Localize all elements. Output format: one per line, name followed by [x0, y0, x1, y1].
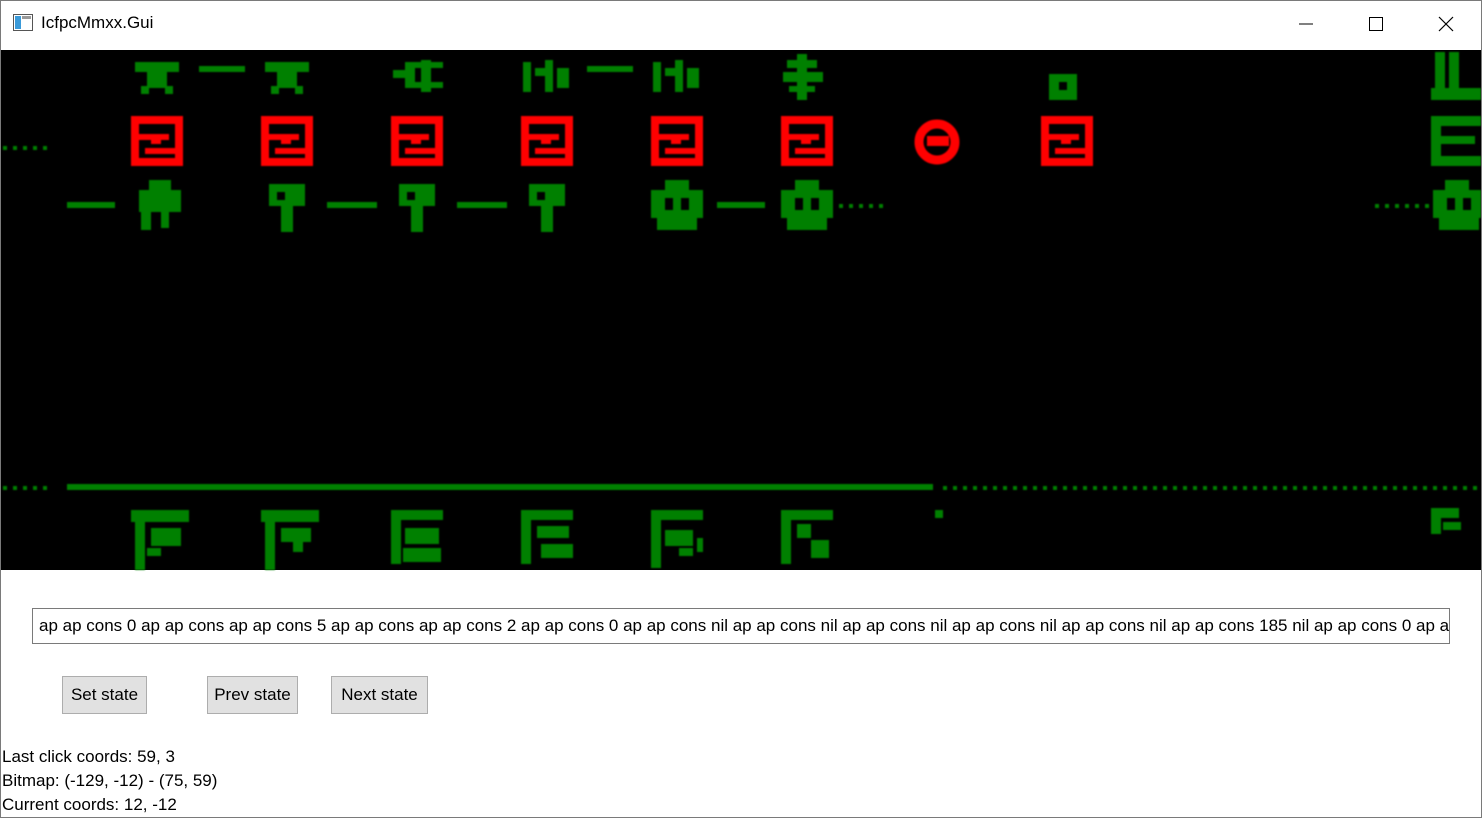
baseline-dot [1253, 486, 1257, 490]
app-window: IcfpcMmxx.Gui ap ap cons 0 ap ap cons ap… [0, 0, 1482, 818]
close-icon [1438, 16, 1454, 32]
baseline-dot [1223, 486, 1227, 490]
red-box-glyph [391, 116, 443, 166]
bitmap-bounds: Bitmap: (-129, -12) - (75, 59) [2, 771, 218, 790]
baseline-dot [943, 486, 947, 490]
window-title: IcfpcMmxx.Gui [41, 13, 154, 32]
baseline-dot [1233, 486, 1237, 490]
red-box-glyph [1041, 116, 1093, 166]
baseline-dot [1013, 486, 1017, 490]
baseline-dot [1113, 486, 1117, 490]
baseline-dot [1333, 486, 1337, 490]
green-box-glyph [1431, 116, 1481, 166]
baseline-dot [1003, 486, 1007, 490]
red-box-glyph [261, 116, 313, 166]
app-window-icon [13, 14, 33, 32]
baseline-dot [1393, 486, 1397, 490]
minimize-button[interactable] [1271, 1, 1341, 47]
baseline-dot [1353, 486, 1357, 490]
galaxy-bitmap [3, 52, 1481, 570]
baseline-dot [1243, 486, 1247, 490]
next-state-button[interactable]: Next state [331, 676, 428, 714]
baseline-dot [1123, 486, 1127, 490]
baseline-dot [1053, 486, 1057, 490]
dotted-baseline [943, 486, 1477, 490]
current-coords: Current coords: 12, -12 [2, 795, 177, 814]
baseline-dot [993, 486, 997, 490]
title-bar[interactable]: IcfpcMmxx.Gui [1, 1, 1481, 49]
prev-state-button[interactable]: Prev state [207, 676, 298, 714]
baseline-dot [1173, 486, 1177, 490]
red-box-glyph [131, 116, 183, 166]
baseline-dot [1263, 486, 1267, 490]
maximize-button[interactable] [1341, 1, 1411, 47]
baseline-dot [1373, 486, 1377, 490]
baseline-dot [1423, 486, 1427, 490]
red-box-glyph [651, 116, 703, 166]
baseline-dot [1213, 486, 1217, 490]
baseline-dot [1293, 486, 1297, 490]
state-input[interactable]: ap ap cons 0 ap ap cons ap ap cons 5 ap … [32, 608, 1450, 644]
minimize-icon [1299, 23, 1313, 25]
baseline-dot [983, 486, 987, 490]
baseline-dot [1473, 486, 1477, 490]
baseline-dot [963, 486, 967, 490]
baseline-dot [1163, 486, 1167, 490]
close-button[interactable] [1411, 1, 1481, 47]
baseline-dot [1023, 486, 1027, 490]
baseline-dot [1203, 486, 1207, 490]
red-circle-glyph [914, 119, 960, 165]
baseline-dot [1033, 486, 1037, 490]
baseline-dot [1183, 486, 1187, 490]
baseline-dot [1073, 486, 1077, 490]
baseline-dot [1093, 486, 1097, 490]
baseline-dot [1143, 486, 1147, 490]
baseline-dot [1443, 486, 1447, 490]
last-click-coords: Last click coords: 59, 3 [2, 747, 175, 766]
maximize-icon [1369, 17, 1383, 31]
baseline-dot [1413, 486, 1417, 490]
baseline-dot [1133, 486, 1137, 490]
baseline-dot [1303, 486, 1307, 490]
baseline-dot [1323, 486, 1327, 490]
baseline-dot [1383, 486, 1387, 490]
baseline-dot [1313, 486, 1317, 490]
baseline-dot [1063, 486, 1067, 490]
baseline-dot [1273, 486, 1277, 490]
baseline-dot [1043, 486, 1047, 490]
baseline-dot [1083, 486, 1087, 490]
baseline-dot [1153, 486, 1157, 490]
baseline-dot [1463, 486, 1467, 490]
baseline-dot [1403, 486, 1407, 490]
baseline-dot [953, 486, 957, 490]
galaxy-canvas[interactable] [1, 50, 1481, 570]
baseline-dot [1363, 486, 1367, 490]
set-state-button[interactable]: Set state [62, 676, 147, 714]
baseline-dot [973, 486, 977, 490]
baseline-dot [1193, 486, 1197, 490]
baseline-dot [1433, 486, 1437, 490]
baseline-dot [1283, 486, 1287, 490]
baseline-dot [1453, 486, 1457, 490]
red-box-glyph [781, 116, 833, 166]
baseline-dot [1103, 486, 1107, 490]
baseline-dot [1343, 486, 1347, 490]
red-box-glyph [521, 116, 573, 166]
